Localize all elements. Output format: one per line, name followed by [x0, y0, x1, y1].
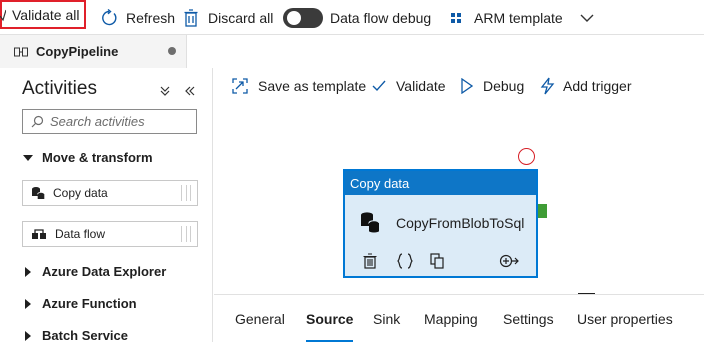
copy-data-activity-node[interactable]: Copy data CopyFromBlobToSql [343, 169, 538, 278]
chevron-down-icon [580, 14, 594, 22]
success-output-port[interactable] [538, 204, 547, 218]
debug-label: Debug [483, 77, 525, 94]
caret-right-icon [25, 298, 31, 309]
code-braces-icon[interactable] [397, 253, 413, 269]
tab-label: CopyPipeline [36, 44, 119, 59]
tab-user-properties[interactable]: User properties [577, 295, 673, 342]
unsaved-indicator [168, 47, 176, 55]
add-trigger-button[interactable]: Add trigger [540, 68, 631, 103]
activity-label: Copy data [53, 186, 108, 200]
activities-pane: Activities Move & transform Copy data Da… [0, 68, 213, 342]
arm-template-dropdown[interactable] [580, 0, 594, 35]
add-output-icon[interactable] [499, 253, 519, 269]
add-trigger-label: Add trigger [563, 77, 632, 94]
caret-right-icon [25, 266, 31, 277]
refresh-label: Refresh [126, 9, 176, 26]
copy-icon[interactable] [430, 253, 445, 269]
activity-label: Data flow [55, 227, 106, 241]
category-azure-function[interactable]: Azure Function [22, 296, 137, 311]
activity-copy-data[interactable]: Copy data [22, 180, 198, 206]
validate-button[interactable]: Validate [372, 68, 446, 103]
error-indicator[interactable] [518, 148, 535, 165]
drag-handle[interactable] [181, 226, 191, 242]
node-type-label: Copy data [350, 175, 410, 191]
data-flow-icon [32, 229, 46, 239]
discard-all-label: Discard all [208, 9, 274, 26]
tab-label: Settings [503, 311, 554, 327]
search-icon [31, 115, 44, 128]
refresh-icon [102, 8, 117, 25]
tab-label: Mapping [424, 311, 478, 327]
category-azure-data-explorer[interactable]: Azure Data Explorer [22, 264, 166, 279]
save-as-template-button[interactable]: Save as template [232, 68, 366, 103]
arm-template-button[interactable]: ARM template [450, 0, 563, 35]
database-icon [32, 187, 45, 199]
drag-handle[interactable] [181, 185, 191, 201]
category-label: Batch Service [42, 328, 128, 342]
caret-down-icon [23, 154, 33, 161]
node-header: Copy data [345, 171, 536, 195]
category-label: Move & transform [42, 150, 153, 165]
activity-data-flow[interactable]: Data flow [22, 221, 198, 247]
validate-label: Validate [396, 77, 446, 94]
play-icon [461, 77, 473, 94]
database-icon [361, 212, 380, 233]
search-box[interactable] [22, 109, 197, 134]
canvas-toolbar: Save as template Validate Debug Add trig… [214, 68, 704, 103]
checkmark-icon [0, 9, 6, 22]
delete-icon[interactable] [363, 253, 377, 269]
tab-general[interactable]: General [235, 295, 285, 342]
pipeline-icon [14, 47, 28, 56]
arm-template-icon [451, 12, 461, 23]
tab-label: User properties [577, 311, 673, 327]
lightning-icon [540, 77, 555, 94]
category-batch-service[interactable]: Batch Service [22, 328, 128, 342]
discard-all-button[interactable]: Discard all [184, 0, 273, 35]
toggle-knob [287, 10, 301, 25]
properties-tabs: General Source Sink Mapping Settings Use… [214, 294, 704, 342]
activities-title: Activities [22, 78, 97, 99]
tab-sink[interactable]: Sink [373, 295, 400, 342]
tab-settings[interactable]: Settings [503, 295, 554, 342]
tab-mapping[interactable]: Mapping [424, 295, 478, 342]
toggle-switch[interactable] [283, 7, 323, 28]
refresh-button[interactable]: Refresh [100, 0, 175, 35]
validate-all-button[interactable]: Validate all [0, 0, 86, 29]
caret-right-icon [25, 330, 31, 341]
data-flow-debug-label: Data flow debug [330, 9, 432, 26]
category-label: Azure Data Explorer [42, 264, 167, 279]
tab-label: Source [306, 311, 354, 327]
category-move-transform[interactable]: Move & transform [22, 150, 153, 165]
collapse-controls[interactable] [160, 82, 196, 98]
tab-source[interactable]: Source [306, 295, 354, 342]
collapse-pane-icon[interactable] [184, 86, 196, 96]
node-name: CopyFromBlobToSql [396, 215, 525, 231]
save-template-icon [232, 77, 248, 94]
tab-label: General [235, 311, 285, 327]
debug-button[interactable]: Debug [461, 68, 524, 103]
checkmark-icon [372, 80, 386, 91]
category-label: Azure Function [42, 296, 137, 311]
tab-label: Sink [373, 311, 401, 327]
validate-all-label: Validate all [12, 6, 80, 23]
collapse-all-icon[interactable] [160, 85, 170, 97]
top-toolbar: Validate all Refresh Discard all Data fl… [0, 0, 704, 35]
tab-copypipeline[interactable]: CopyPipeline [0, 35, 187, 68]
data-flow-debug-toggle[interactable]: Data flow debug [283, 0, 431, 35]
save-as-template-label: Save as template [258, 77, 367, 94]
trash-icon [184, 8, 198, 27]
search-input[interactable] [50, 114, 190, 129]
tab-bar: CopyPipeline [0, 35, 704, 68]
arm-template-label: ARM template [474, 9, 563, 26]
